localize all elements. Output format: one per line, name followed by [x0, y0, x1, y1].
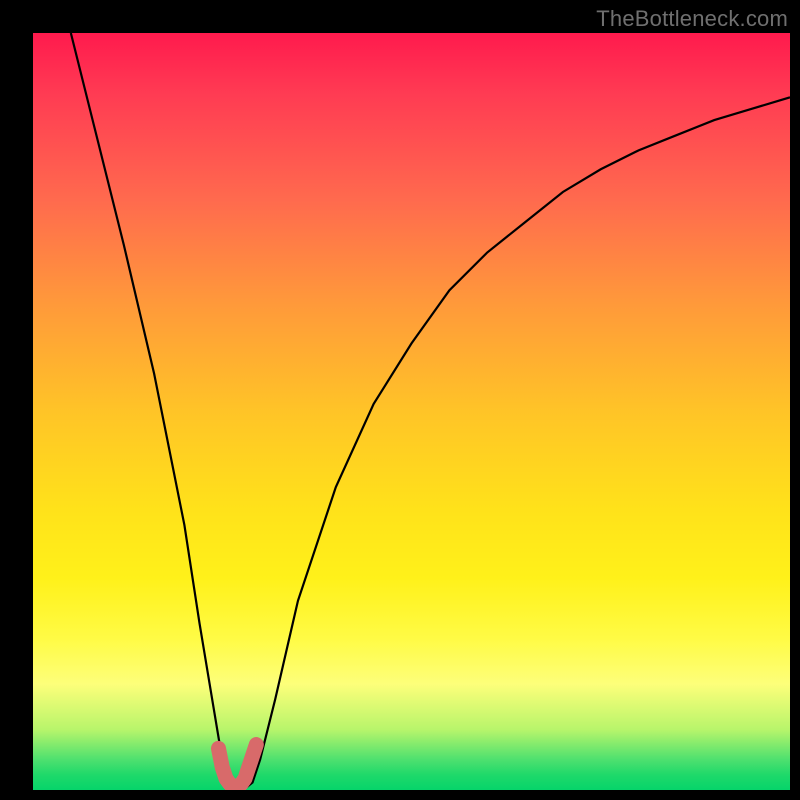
marker-line [218, 745, 256, 787]
chart-svg [33, 33, 790, 790]
bottleneck-curve [71, 33, 790, 788]
flat-bottom-marker [218, 745, 256, 787]
curve-line [71, 33, 790, 788]
plot-area [33, 33, 790, 790]
chart-frame: TheBottleneck.com [0, 0, 800, 800]
watermark-text: TheBottleneck.com [596, 6, 788, 32]
